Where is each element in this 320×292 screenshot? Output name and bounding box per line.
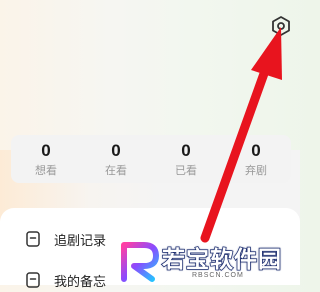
menu-item-watch-history[interactable]: 追剧记录 (26, 227, 106, 251)
stat-watching[interactable]: 0 在看 (81, 135, 151, 183)
watermark-logo (121, 242, 159, 282)
stat-label: 想看 (35, 164, 57, 177)
stat-watched[interactable]: 0 已看 (151, 135, 221, 183)
settings-button[interactable] (269, 14, 293, 38)
menu-item-label: 我的备忘 (54, 274, 107, 290)
stat-value: 0 (251, 141, 261, 160)
stat-label: 在看 (105, 164, 127, 177)
stat-label: 弃剧 (245, 164, 267, 177)
stat-label: 已看 (175, 164, 197, 177)
stats-card: 0 想看 0 在看 0 已看 0 弃剧 (11, 135, 291, 183)
menu-item-my-notes[interactable]: 我的备忘 (26, 268, 106, 292)
watermark: 若宝软件园 RBSCN.COM (116, 238, 300, 285)
stat-value: 0 (181, 141, 191, 160)
document-icon (26, 231, 40, 247)
stat-value: 0 (111, 141, 121, 160)
watermark-brand: 若宝软件园 (161, 246, 282, 274)
menu-item-label: 追剧记录 (54, 233, 107, 249)
watermark-site: RBSCN.COM (192, 272, 244, 279)
stat-value: 0 (41, 141, 51, 160)
document-icon (26, 272, 40, 288)
settings-hexagon-icon (272, 16, 290, 36)
stat-dropped[interactable]: 0 弃剧 (221, 135, 291, 183)
stat-want-to-watch[interactable]: 0 想看 (11, 135, 81, 183)
